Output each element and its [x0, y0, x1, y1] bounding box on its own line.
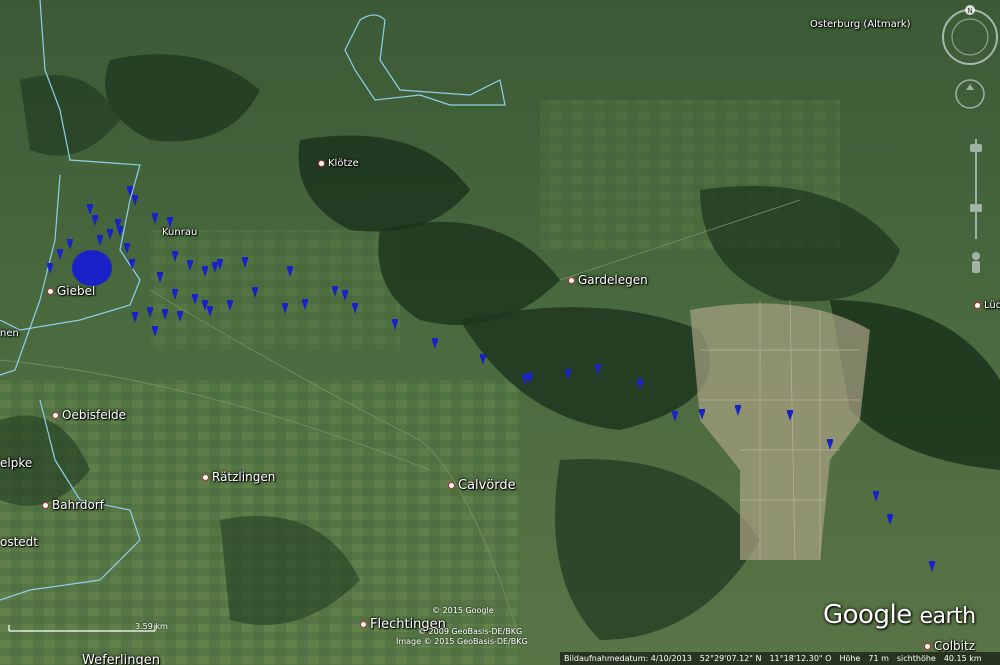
placemark-pin-icon[interactable] — [129, 259, 135, 270]
placemark-pin-icon[interactable] — [207, 306, 213, 317]
copyright-google: © 2015 Google — [432, 606, 494, 615]
placemark-pin-icon[interactable] — [152, 213, 158, 224]
placemark-cluster[interactable] — [72, 250, 112, 286]
navigation-controls: N — [942, 5, 998, 273]
placemark-pin-icon[interactable] — [157, 272, 163, 283]
copyright-geobasis: © 2009 GeoBasis-DE/BKG — [418, 627, 523, 636]
placemark-pin-icon[interactable] — [47, 263, 53, 274]
look-joystick[interactable] — [955, 79, 985, 109]
placemark-pin-icon[interactable] — [480, 354, 486, 365]
copyright-image: Image © 2015 GeoBasis-DE/BKG — [396, 637, 528, 646]
placemark-pin-icon[interactable] — [287, 266, 293, 277]
placemark-layer — [47, 186, 935, 572]
placemark-pin-icon[interactable] — [107, 229, 113, 240]
placemark-pin-icon[interactable] — [67, 239, 73, 250]
status-bar: Bildaufnahmedatum: 4/10/2013 52°29'07.12… — [560, 652, 1000, 665]
placemark-pin-icon[interactable] — [187, 260, 193, 271]
placemark-pin-icon[interactable] — [873, 491, 879, 502]
placemark-pin-icon[interactable] — [147, 307, 153, 318]
placemark-pin-icon[interactable] — [202, 300, 208, 311]
placemark-pin-icon[interactable] — [672, 411, 678, 422]
placemark-pin-icon[interactable] — [637, 379, 643, 390]
scale-bar — [8, 625, 156, 632]
placemark-pin-icon[interactable] — [565, 369, 571, 380]
placemark-pin-icon[interactable] — [162, 309, 168, 320]
logo-google-text: Google — [823, 600, 912, 630]
placemark-pin-icon[interactable] — [212, 262, 218, 273]
placemark-pin-icon[interactable] — [887, 514, 893, 525]
longitude-readout: 11°18'12.30" O — [769, 654, 832, 663]
eye-altitude-readout: 40.15 km — [943, 654, 982, 663]
placemark-pin-icon[interactable] — [202, 266, 208, 277]
placemark-pin-icon[interactable] — [352, 303, 358, 314]
placemark-pin-icon[interactable] — [57, 249, 63, 260]
elevation-label: Höhe — [839, 654, 861, 663]
placemark-pin-icon[interactable] — [92, 215, 98, 226]
placemark-pin-icon[interactable] — [302, 299, 308, 310]
latitude-readout: 52°29'07.12" N — [699, 654, 762, 663]
placemark-pin-icon[interactable] — [132, 312, 138, 323]
placemark-pin-icon[interactable] — [242, 257, 248, 268]
elevation-readout: 71 m — [868, 654, 889, 663]
placemark-pin-icon[interactable] — [527, 373, 533, 384]
placemark-pin-icon[interactable] — [87, 204, 93, 215]
placemark-pin-icon[interactable] — [124, 243, 130, 254]
placemark-pin-icon[interactable] — [392, 319, 398, 330]
zoom-slider[interactable] — [970, 139, 982, 239]
placemark-pin-icon[interactable] — [152, 326, 158, 337]
placemark-pin-icon[interactable] — [787, 410, 793, 421]
eye-altitude-label: sichthöhe — [896, 654, 936, 663]
scale-label: 3.59 km — [135, 622, 168, 631]
placemark-pin-icon[interactable] — [432, 338, 438, 349]
placemark-pin-icon[interactable] — [282, 303, 288, 314]
google-earth-logo: Google earth — [823, 600, 976, 630]
imagery-date: Bildaufnahmedatum: 4/10/2013 — [564, 654, 692, 663]
placemark-pin-icon[interactable] — [172, 289, 178, 300]
placemark-pin-icon[interactable] — [332, 286, 338, 297]
placemark-pin-icon[interactable] — [167, 217, 173, 228]
placemark-pin-icon[interactable] — [227, 300, 233, 311]
placemark-pin-icon[interactable] — [192, 294, 198, 305]
placemark-pin-icon[interactable] — [735, 405, 741, 416]
placemark-pin-icon[interactable] — [342, 290, 348, 301]
placemark-pin-icon[interactable] — [929, 561, 935, 572]
placemark-pin-icon[interactable] — [177, 311, 183, 322]
placemark-pin-icon[interactable] — [827, 439, 833, 450]
placemark-pin-icon[interactable] — [172, 251, 178, 262]
placemark-pin-icon[interactable] — [132, 195, 138, 206]
placemark-pin-icon[interactable] — [97, 235, 103, 246]
map-viewport[interactable]: Osterburg (Altmark) Klötze Kunrau Giebel… — [0, 0, 1000, 665]
placemark-pin-icon[interactable] — [252, 287, 258, 298]
placemark-pin-icon[interactable] — [699, 409, 705, 420]
placemark-pin-icon[interactable] — [117, 226, 123, 237]
compass-north-label: N — [967, 7, 972, 15]
street-view-icon[interactable] — [972, 252, 980, 273]
logo-earth-text: earth — [919, 604, 976, 629]
placemark-pin-icon[interactable] — [595, 364, 601, 375]
